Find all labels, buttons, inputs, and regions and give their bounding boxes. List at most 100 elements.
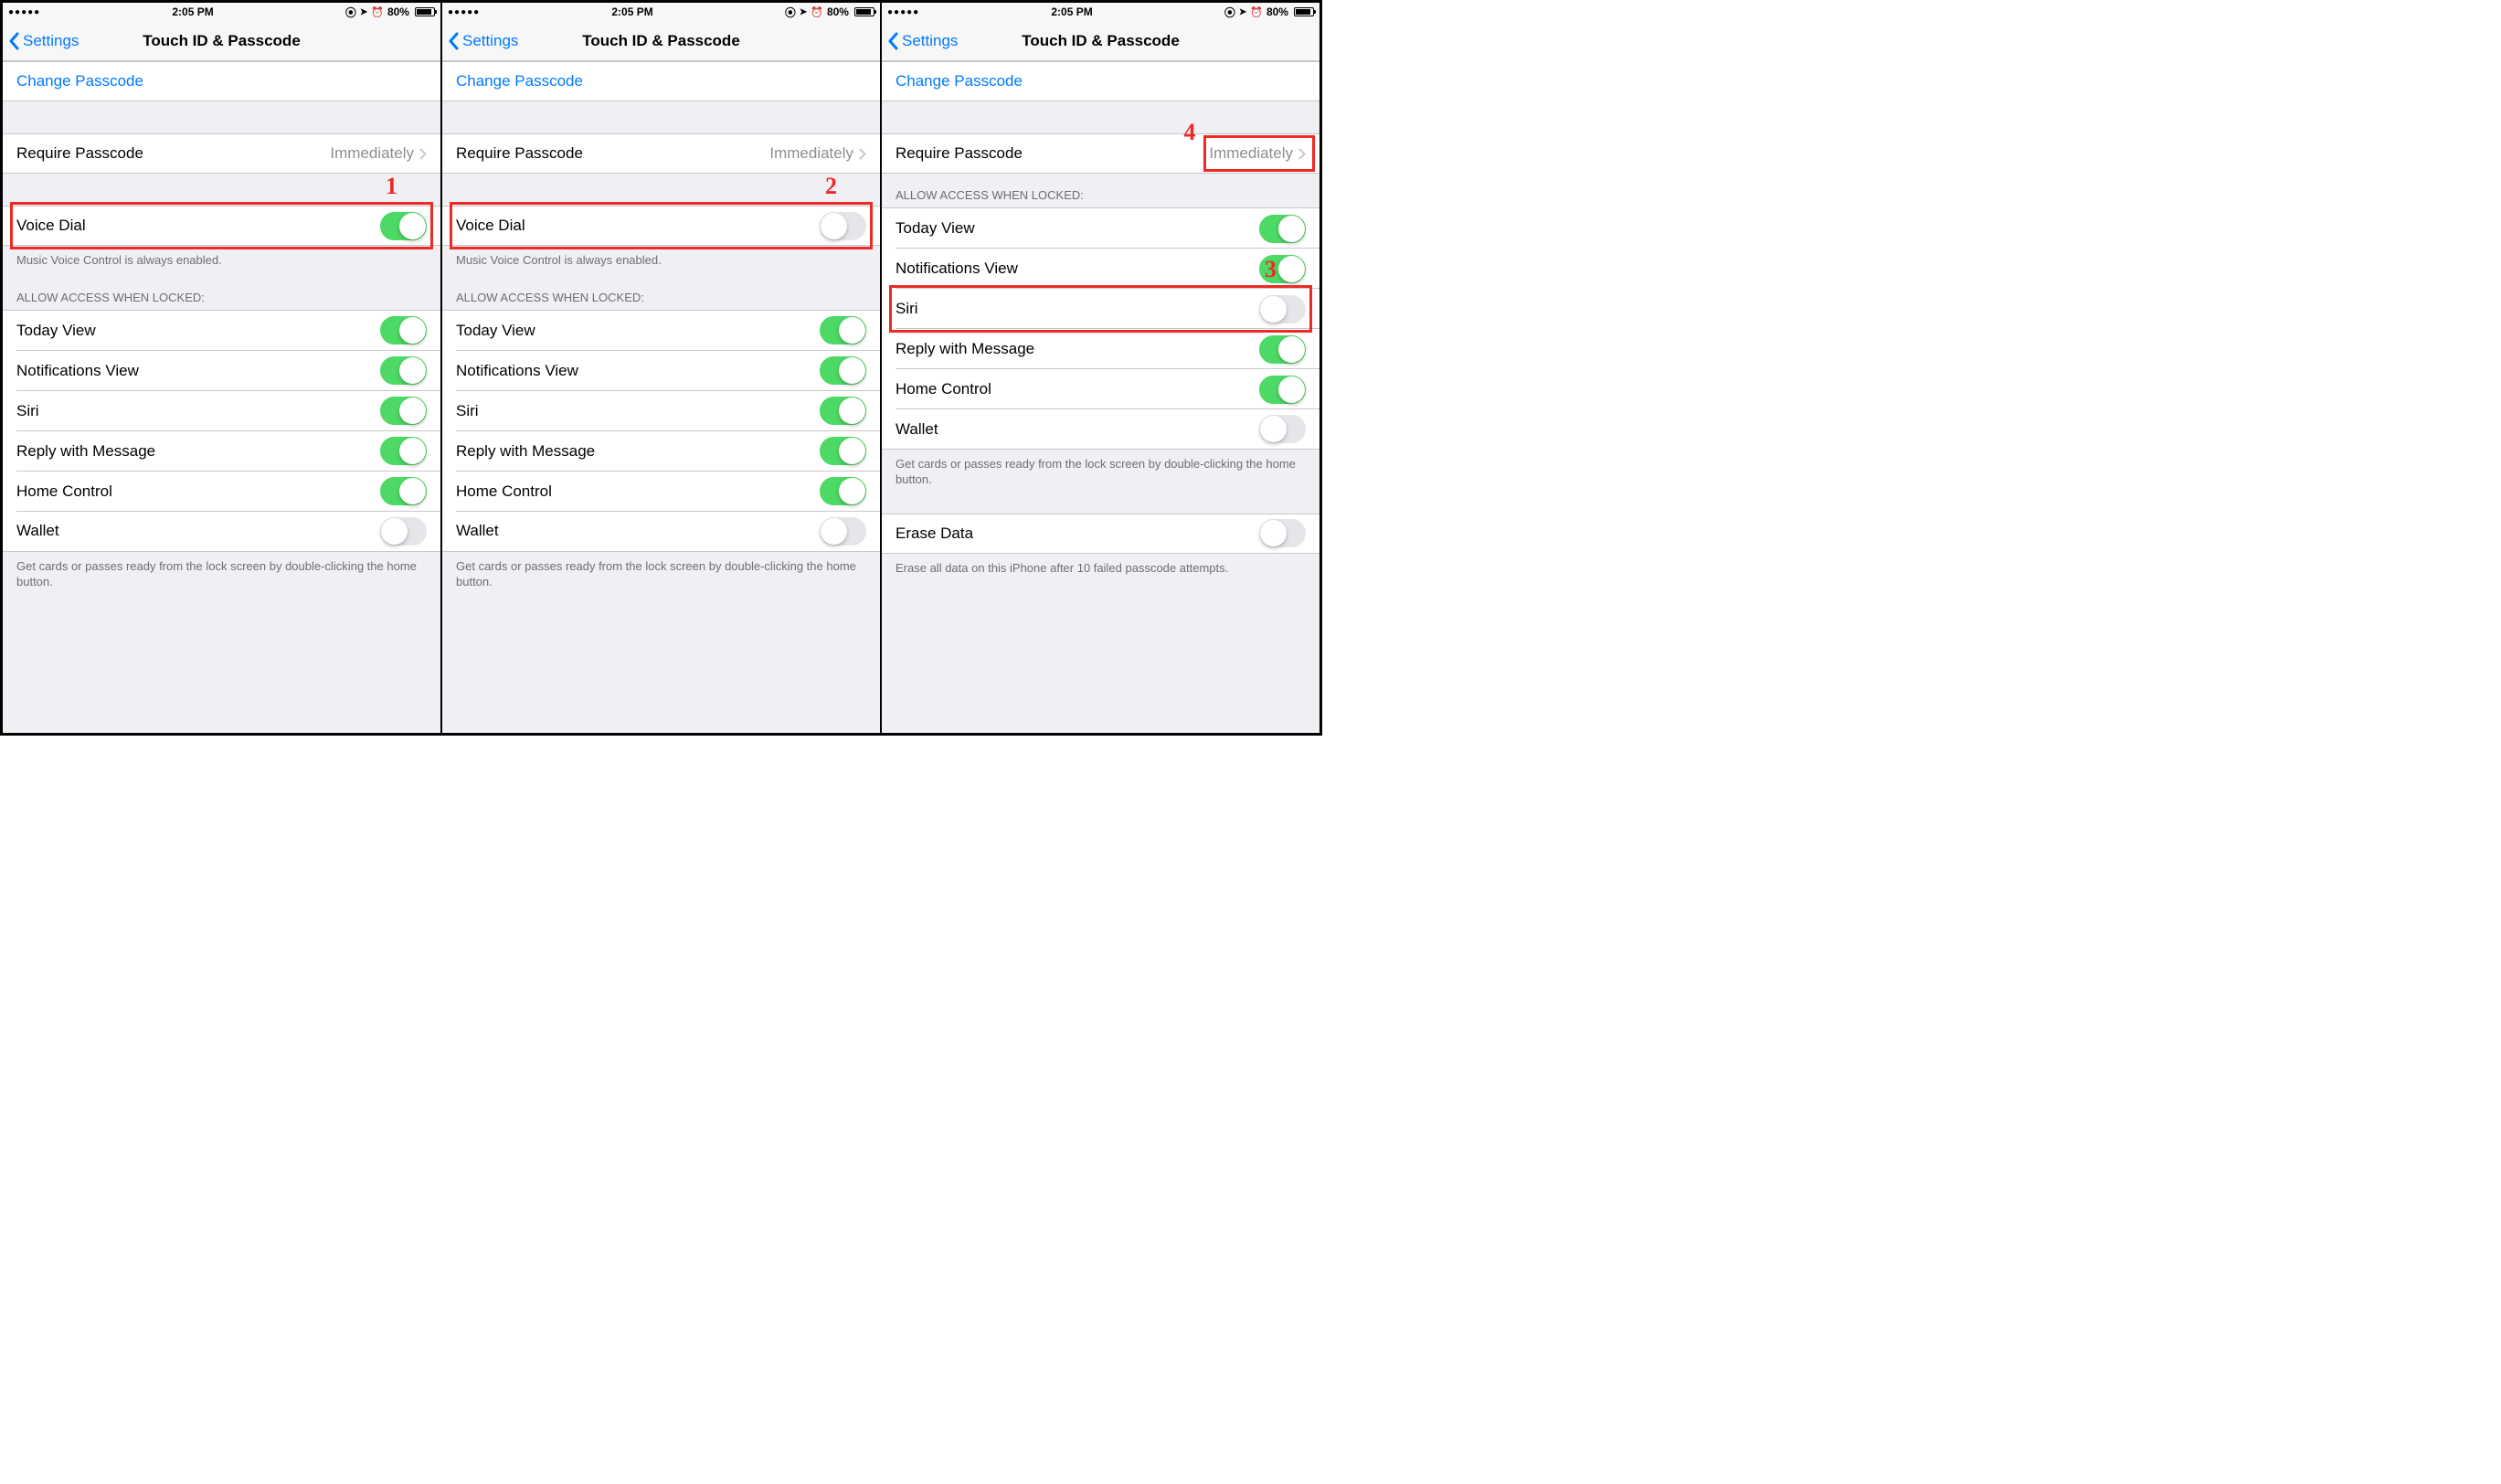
- chevron-left-icon: [887, 32, 898, 50]
- back-button[interactable]: Settings: [882, 32, 958, 50]
- home-control-row[interactable]: Home Control: [442, 472, 880, 512]
- orientation-lock-icon: ⦿: [1224, 5, 1235, 20]
- reply-with-message-row-toggle[interactable]: [820, 437, 866, 465]
- wallet-row[interactable]: Wallet: [3, 512, 440, 552]
- notifications-view-row-toggle[interactable]: [380, 356, 427, 385]
- status-time: 2:05 PM: [172, 5, 213, 18]
- reply-with-message-row[interactable]: Reply with Message: [442, 431, 880, 472]
- voice-dial-toggle[interactable]: [820, 212, 866, 240]
- back-button-label: Settings: [462, 32, 518, 50]
- change-passcode-row[interactable]: Change Passcode: [882, 61, 1319, 101]
- change-passcode-row[interactable]: Change Passcode: [3, 61, 440, 101]
- allow-access-header: ALLOW ACCESS WHEN LOCKED:: [442, 276, 880, 310]
- reply-with-message-row[interactable]: Reply with Message: [3, 431, 440, 472]
- siri-toggle[interactable]: [1259, 295, 1306, 323]
- chevron-left-icon: [448, 32, 459, 50]
- battery-percent: 80%: [387, 5, 409, 18]
- voice-dial-row[interactable]: Voice Dial: [442, 206, 880, 246]
- home-control-row-toggle[interactable]: [820, 477, 866, 505]
- wallet-row-toggle[interactable]: [820, 517, 866, 546]
- siri-toggle[interactable]: [820, 397, 866, 425]
- wallet-footer: Get cards or passes ready from the lock …: [3, 552, 440, 598]
- status-time: 2:05 PM: [611, 5, 652, 18]
- alarm-icon: ⏰: [811, 6, 823, 18]
- nav-bar: Settings Touch ID & Passcode: [882, 21, 1319, 61]
- siri-row[interactable]: Siri: [3, 391, 440, 431]
- wallet-row-toggle[interactable]: [380, 517, 427, 546]
- notifications-view-row[interactable]: Notifications View: [442, 351, 880, 391]
- notifications-view-row[interactable]: Notifications View: [3, 351, 440, 391]
- require-passcode-label: Require Passcode: [16, 144, 330, 163]
- location-icon: ➤: [800, 7, 807, 17]
- screen-2: ●●●●● 2:05 PM ⦿ ➤ ⏰ 80% Settings Touch I…: [442, 3, 882, 733]
- chevron-right-icon: [859, 148, 866, 160]
- screen-1: ●●●●● 2:05 PM ⦿ ➤ ⏰ 80% Settings Touch I…: [3, 3, 442, 733]
- notifications-view-row-toggle[interactable]: [1259, 255, 1306, 283]
- reply-with-message-row-toggle[interactable]: [1259, 335, 1306, 364]
- status-bar: ●●●●● 2:05 PM ⦿ ➤ ⏰ 80%: [3, 3, 440, 21]
- home-control-row[interactable]: Home Control: [882, 369, 1319, 409]
- siri-row[interactable]: Siri: [882, 289, 1319, 329]
- erase-data-toggle[interactable]: [1259, 519, 1306, 547]
- home-control-row[interactable]: Home Control: [3, 472, 440, 512]
- wallet-row-label: Wallet: [16, 522, 380, 540]
- siri-row-label: Siri: [895, 300, 1259, 318]
- alarm-icon: ⏰: [1250, 6, 1263, 18]
- wallet-row[interactable]: Wallet: [442, 512, 880, 552]
- reply-with-message-row-label: Reply with Message: [16, 442, 380, 461]
- siri-row[interactable]: Siri: [442, 391, 880, 431]
- reply-with-message-row-toggle[interactable]: [380, 437, 427, 465]
- today-view-row[interactable]: Today View: [442, 311, 880, 351]
- change-passcode-label: Change Passcode: [895, 72, 1306, 90]
- orientation-lock-icon: ⦿: [345, 5, 356, 20]
- home-control-row-toggle[interactable]: [380, 477, 427, 505]
- allow-access-header: ALLOW ACCESS WHEN LOCKED:: [882, 174, 1319, 207]
- battery-percent: 80%: [827, 5, 849, 18]
- siri-toggle[interactable]: [380, 397, 427, 425]
- voice-dial-toggle[interactable]: [380, 212, 427, 240]
- reply-with-message-row-label: Reply with Message: [456, 442, 820, 461]
- require-passcode-label: Require Passcode: [456, 144, 769, 163]
- today-view-row[interactable]: Today View: [882, 208, 1319, 249]
- wallet-row-toggle[interactable]: [1259, 415, 1306, 443]
- voice-dial-row[interactable]: Voice Dial: [3, 206, 440, 246]
- nav-bar: Settings Touch ID & Passcode: [3, 21, 440, 61]
- today-view-row-label: Today View: [895, 219, 1259, 238]
- change-passcode-row[interactable]: Change Passcode: [442, 61, 880, 101]
- require-passcode-row[interactable]: Require Passcode Immediately: [882, 133, 1319, 174]
- alarm-icon: ⏰: [371, 6, 384, 18]
- reply-with-message-row[interactable]: Reply with Message: [882, 329, 1319, 369]
- change-passcode-label: Change Passcode: [16, 72, 427, 90]
- require-passcode-row[interactable]: Require Passcode Immediately: [3, 133, 440, 174]
- battery-percent: 80%: [1266, 5, 1288, 18]
- require-passcode-value: Immediately: [330, 144, 414, 163]
- back-button[interactable]: Settings: [3, 32, 79, 50]
- require-passcode-label: Require Passcode: [895, 144, 1209, 163]
- battery-icon: [415, 7, 435, 16]
- home-control-row-toggle[interactable]: [1259, 376, 1306, 404]
- battery-icon: [854, 7, 874, 16]
- require-passcode-value: Immediately: [769, 144, 853, 163]
- nav-title: Touch ID & Passcode: [143, 32, 301, 50]
- require-passcode-row[interactable]: Require Passcode Immediately: [442, 133, 880, 174]
- chevron-right-icon: [1298, 148, 1306, 160]
- voice-dial-label: Voice Dial: [456, 217, 820, 235]
- wallet-row-label: Wallet: [895, 420, 1259, 439]
- notifications-view-row-toggle[interactable]: [820, 356, 866, 385]
- today-view-row-label: Today View: [16, 322, 380, 340]
- today-view-row-toggle[interactable]: [820, 316, 866, 344]
- status-bar: ●●●●● 2:05 PM ⦿ ➤ ⏰ 80%: [442, 3, 880, 21]
- wallet-row[interactable]: Wallet: [882, 409, 1319, 450]
- erase-data-row[interactable]: Erase Data: [882, 514, 1319, 554]
- today-view-row-toggle[interactable]: [380, 316, 427, 344]
- back-button[interactable]: Settings: [442, 32, 518, 50]
- erase-data-label: Erase Data: [895, 525, 1259, 543]
- today-view-row-toggle[interactable]: [1259, 215, 1306, 243]
- today-view-row[interactable]: Today View: [3, 311, 440, 351]
- today-view-row-label: Today View: [456, 322, 820, 340]
- orientation-lock-icon: ⦿: [785, 5, 796, 20]
- signal-strength-icon: ●●●●●: [8, 7, 40, 17]
- chevron-left-icon: [8, 32, 19, 50]
- notifications-view-row[interactable]: Notifications View: [882, 249, 1319, 289]
- reply-with-message-row-label: Reply with Message: [895, 340, 1259, 358]
